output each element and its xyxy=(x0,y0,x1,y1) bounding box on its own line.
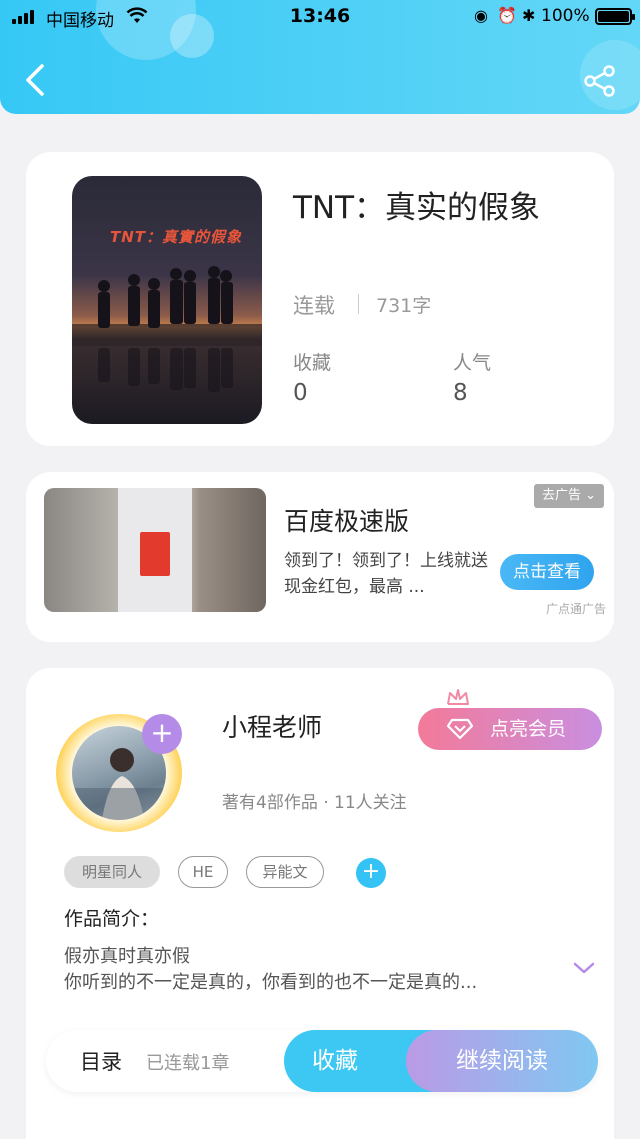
synopsis-text[interactable]: 假亦真时真亦假 你听到的不一定是真的，你看到的也不一定是真的... xyxy=(64,944,564,996)
popularity-label: 人气 xyxy=(453,352,492,374)
popularity-value: 8 xyxy=(453,380,468,406)
genre-tag[interactable]: 明星同人 xyxy=(64,856,160,888)
battery-icon xyxy=(595,8,635,25)
meta-divider xyxy=(358,294,359,314)
share-button[interactable] xyxy=(582,64,618,98)
top-header: 中国移动 13:46 ◉ ⏰ ✱ 100% xyxy=(0,0,640,114)
word-count: 731字 xyxy=(376,295,432,317)
book-title: TNT：真实的假象 xyxy=(293,190,541,226)
ad-title: 百度极速版 xyxy=(284,507,410,536)
toc-button[interactable]: 目录 xyxy=(80,1046,122,1076)
chapter-status: 已连载1章 xyxy=(146,1053,230,1074)
author-name[interactable]: 小程老师 xyxy=(222,708,322,744)
synopsis-line: 你听到的不一定是真的，你看到的也不一定是真的... xyxy=(64,972,478,993)
vip-button-label: 点亮会员 xyxy=(490,718,567,740)
ad-view-button[interactable]: 点击查看 xyxy=(500,554,594,590)
add-tag-button[interactable]: + xyxy=(356,858,386,888)
ad-source-label: 广点通广告 xyxy=(545,602,606,616)
genre-tag[interactable]: 异能文 xyxy=(246,856,324,888)
back-button[interactable] xyxy=(18,62,52,98)
ad-card[interactable]: 去广告 ⌄ 百度极速版 领到了！领到了！上线就送现金红包，最高 ... 点击查看… xyxy=(26,472,614,642)
book-info-card: TNT：真實的假象 TNT：真实的假象 连载 731字 收藏 0 人气 8 xyxy=(26,152,614,446)
continue-reading-button[interactable]: 继续阅读 xyxy=(406,1030,598,1092)
plus-icon: + xyxy=(361,859,381,884)
serial-status: 连载 xyxy=(293,294,335,318)
status-bar: 中国移动 13:46 ◉ ⏰ ✱ 100% xyxy=(0,0,640,34)
crown-icon xyxy=(447,689,469,705)
genre-tag[interactable]: HE xyxy=(178,856,228,888)
author-stats: 著有4部作品 · 11人关注 xyxy=(222,793,407,813)
remove-ad-button[interactable]: 去广告 ⌄ xyxy=(534,484,604,508)
plus-icon: + xyxy=(150,716,174,749)
bottom-action-bar: 目录 已连载1章 收藏 继续阅读 xyxy=(46,1030,598,1092)
ad-image[interactable] xyxy=(44,488,266,612)
ad-phone-screen xyxy=(118,488,192,612)
synopsis-label: 作品简介： xyxy=(64,908,160,930)
favorites-value: 0 xyxy=(293,380,308,406)
rotation-lock-icon: ◉ xyxy=(474,6,488,25)
ad-description: 领到了！领到了！上线就送现金红包，最高 ... xyxy=(284,551,488,597)
diamond-icon xyxy=(446,718,474,740)
follow-author-button[interactable]: + xyxy=(142,714,182,754)
cover-silhouettes xyxy=(72,266,262,392)
battery-percent: 100% xyxy=(541,6,590,26)
synopsis-line: 假亦真时真亦假 xyxy=(64,946,190,967)
bluetooth-icon: ✱ xyxy=(522,6,536,25)
expand-synopsis-button[interactable] xyxy=(572,960,596,976)
book-cover[interactable]: TNT：真實的假象 xyxy=(72,176,262,424)
activate-vip-button[interactable]: 点亮会员 xyxy=(418,708,602,750)
favorites-label: 收藏 xyxy=(293,352,332,374)
ad-red-envelope xyxy=(140,532,170,576)
alarm-icon: ⏰ xyxy=(497,6,517,25)
